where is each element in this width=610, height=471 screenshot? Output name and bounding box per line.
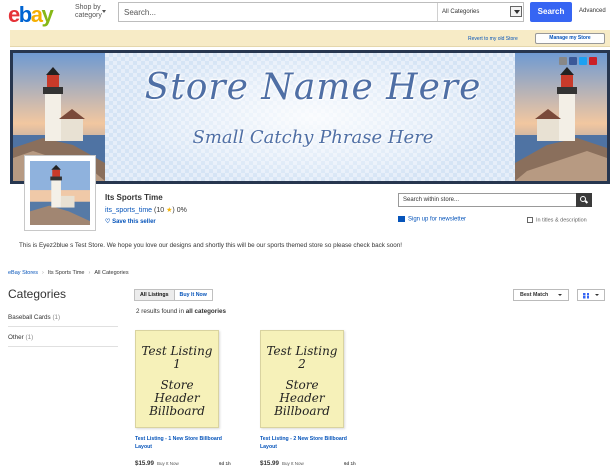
breadcrumb-current: All Categories xyxy=(94,270,129,276)
results-count: 2 results found in all categories xyxy=(136,308,226,315)
store-billboard: Store Name Here Small Catchy Phrase Here xyxy=(10,50,610,184)
category-select-value: All Categories xyxy=(442,9,480,15)
sidebar-item-count: (1) xyxy=(25,334,34,341)
search-icon[interactable] xyxy=(576,193,592,207)
tab-all-listings[interactable]: All Listings xyxy=(134,289,175,301)
breadcrumb-store[interactable]: Its Sports Time xyxy=(48,270,85,276)
store-name-title: Store Name Here xyxy=(144,67,482,108)
logo-letter-a: a xyxy=(30,2,43,27)
thumbnail-line2: Store Header Billboard xyxy=(149,378,205,418)
newsletter-signup-link[interactable]: Sign up for newsletter xyxy=(398,216,466,223)
global-header: ebay Shop by category Search... All Cate… xyxy=(0,0,610,28)
grid-view-icon xyxy=(583,292,589,299)
listing-title-link[interactable]: Test Listing - 2 New Store Billboard Lay… xyxy=(260,435,358,451)
lighthouse-avatar-image xyxy=(30,161,90,225)
titles-description-option[interactable]: In titles & description xyxy=(527,217,587,223)
listing-card[interactable]: Test Listing 2 Store Header Billboard Te… xyxy=(260,330,358,467)
shop-by-category-button[interactable]: Shop by category xyxy=(75,4,106,20)
facebook-icon[interactable] xyxy=(569,57,577,65)
lighthouse-image-right xyxy=(515,53,607,181)
store-name: Its Sports Time xyxy=(105,193,163,202)
newsletter-label: Sign up for newsletter xyxy=(408,216,467,223)
divider xyxy=(8,326,118,327)
view-toggle[interactable] xyxy=(577,289,605,301)
titles-description-checkbox[interactable] xyxy=(527,217,533,223)
chevron-down-icon xyxy=(558,294,562,296)
sidebar-item-count: (1) xyxy=(52,314,61,321)
store-search-input[interactable]: Search within store... xyxy=(403,197,459,203)
chevron-down-icon xyxy=(595,294,599,296)
store-tagline: Small Catchy Phrase Here xyxy=(192,127,434,148)
store-owner-bar: Revert to my old Store Manage my Store xyxy=(10,30,610,47)
listing-tabs: All Listings Buy It Now xyxy=(134,289,213,301)
listing-card[interactable]: Test Listing 1 Store Header Billboard Te… xyxy=(135,330,233,467)
dropdown-arrow-icon xyxy=(510,6,522,17)
listing-format: Buy It Now xyxy=(282,461,304,466)
feedback-percent: 0% xyxy=(176,207,187,214)
breadcrumb: eBay Stores › Its Sports Time › All Categori… xyxy=(8,270,129,276)
divider xyxy=(8,346,118,347)
sidebar-item-other[interactable]: Other (1) xyxy=(8,334,33,341)
chevron-down-icon xyxy=(102,10,106,13)
breadcrumb-separator: › xyxy=(41,270,44,276)
listing-thumbnail[interactable]: Test Listing 1 Store Header Billboard xyxy=(135,330,219,428)
category-label: category xyxy=(75,12,102,19)
thumbnail-line1: Test Listing 1 xyxy=(141,344,213,371)
listing-thumbnail[interactable]: Test Listing 2 Store Header Billboard xyxy=(260,330,344,428)
revert-store-link[interactable]: Revert to my old Store xyxy=(468,36,518,42)
sort-dropdown[interactable]: Best Match xyxy=(513,289,569,301)
feedback-score: (10 xyxy=(154,207,165,214)
global-search-bar: Search... All Categories xyxy=(118,2,524,22)
twitter-icon[interactable] xyxy=(579,57,587,65)
store-search-box: Search within store... xyxy=(398,193,592,207)
seller-username-link[interactable]: its_sports_time xyxy=(105,207,152,214)
logo-letter-e: e xyxy=(8,2,20,27)
categories-heading: Categories xyxy=(8,287,67,301)
advanced-search-link[interactable]: Advanced xyxy=(579,8,606,14)
tab-buy-it-now[interactable]: Buy It Now xyxy=(174,289,213,301)
sidebar-item-label: Other xyxy=(8,334,24,341)
thumbnail-line1: Test Listing 2 xyxy=(266,344,338,371)
envelope-icon xyxy=(398,216,405,222)
listing-time-left: 6d 1h xyxy=(219,461,231,466)
sort-dropdown-value: Best Match xyxy=(520,292,549,298)
global-search-input[interactable]: Search... xyxy=(124,8,156,17)
save-seller-label: Save this seller xyxy=(112,219,156,225)
ebay-logo[interactable]: ebay xyxy=(8,2,54,28)
breadcrumb-separator: › xyxy=(88,270,91,276)
search-button[interactable]: Search xyxy=(530,2,572,22)
feedback-close: ) xyxy=(172,207,175,214)
sidebar-item-label: Baseball Cards xyxy=(8,314,51,321)
logo-letter-b: b xyxy=(18,2,32,27)
listing-title-link[interactable]: Test Listing - 1 New Store Billboard Lay… xyxy=(135,435,233,451)
heart-icon: ♡ xyxy=(105,219,111,225)
seller-info: its_sports_time (10 ★) 0% xyxy=(105,206,187,214)
listing-price: $15.99 xyxy=(135,460,154,467)
listing-price: $15.99 xyxy=(260,460,279,467)
save-seller-link[interactable]: ♡ Save this seller xyxy=(105,218,156,225)
titles-description-label: In titles & description xyxy=(536,217,587,224)
pinterest-icon[interactable] xyxy=(589,57,597,65)
email-icon[interactable] xyxy=(559,57,567,65)
manage-store-button[interactable]: Manage my Store xyxy=(535,33,605,44)
shop-by-label: Shop by xyxy=(75,4,101,11)
ebay-store-page: ebay Shop by category Search... All Cate… xyxy=(0,0,610,471)
listing-time-left: 6d 1h xyxy=(344,461,356,466)
logo-letter-y: y xyxy=(41,2,53,27)
results-prefix: 2 results found in xyxy=(136,308,184,315)
results-scope: all categories xyxy=(185,308,226,315)
store-avatar[interactable] xyxy=(24,155,96,231)
breadcrumb-ebay-stores[interactable]: eBay Stores xyxy=(8,270,38,276)
listing-format: Buy It Now xyxy=(157,461,179,466)
category-select[interactable]: All Categories xyxy=(437,3,525,21)
thumbnail-line2: Store Header Billboard xyxy=(274,378,330,418)
social-share-icons xyxy=(559,57,597,65)
store-description: This is Eyez2blue s Test Store. We hope … xyxy=(19,242,403,249)
sidebar-item-baseball-cards[interactable]: Baseball Cards (1) xyxy=(8,314,60,321)
